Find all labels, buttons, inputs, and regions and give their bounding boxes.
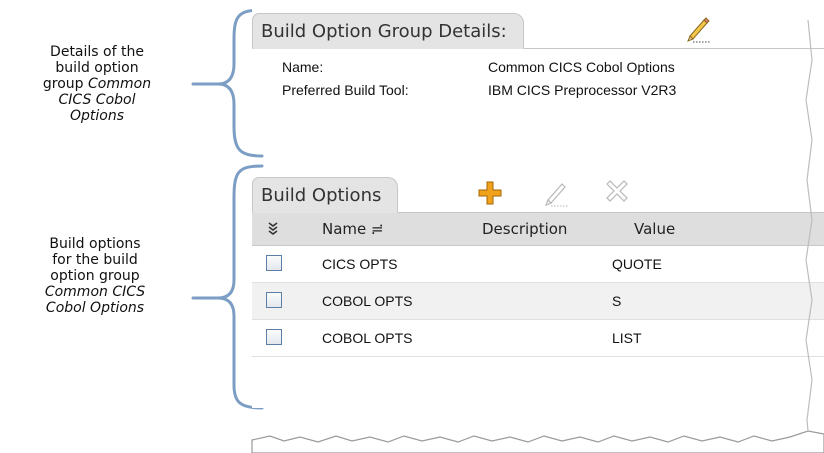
- torn-edge-effect: [251, 19, 824, 453]
